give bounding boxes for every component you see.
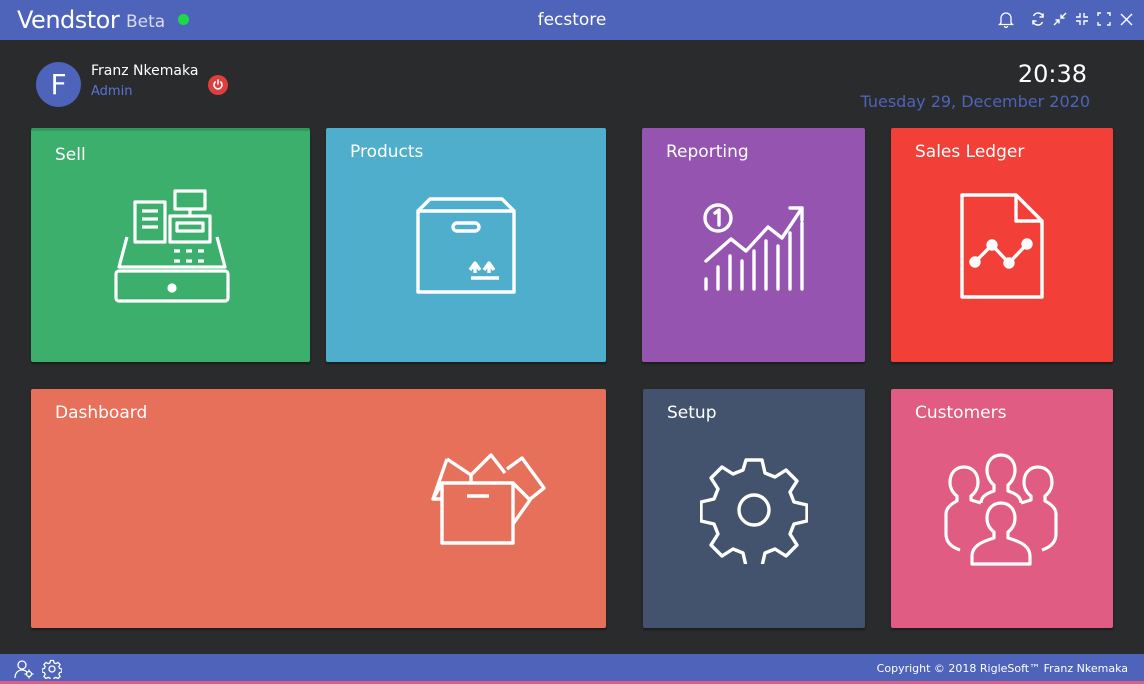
tile-label: Setup xyxy=(667,403,717,423)
box-icon xyxy=(416,197,516,294)
app-badge: Beta xyxy=(126,12,166,32)
footer: Copyright © 2018 RigleSoft™ Franz Nkemak… xyxy=(0,654,1144,684)
tile-label: Dashboard xyxy=(55,403,148,423)
store-name: fecstore xyxy=(537,10,607,30)
tile-label: Sales Ledger xyxy=(915,142,1025,162)
status-indicator xyxy=(178,14,189,25)
tile-products[interactable]: Products xyxy=(326,128,606,362)
clock-date: Tuesday 29, December 2020 xyxy=(860,92,1090,111)
tile-sell[interactable]: Sell xyxy=(31,128,310,362)
tile-setup[interactable]: Setup xyxy=(643,389,865,628)
gear-icon xyxy=(700,458,808,564)
title-bar: Vendstor Beta fecstore xyxy=(0,0,1144,40)
user-role: Admin xyxy=(91,84,133,99)
power-icon[interactable] xyxy=(208,75,228,95)
tile-sales-ledger[interactable]: Sales Ledger xyxy=(891,128,1113,362)
tile-label: Reporting xyxy=(666,142,749,162)
tile-dashboard[interactable]: Dashboard xyxy=(31,389,606,628)
avatar[interactable]: F xyxy=(36,62,81,107)
copyright-text: Copyright © 2018 RigleSoft™ Franz Nkemak… xyxy=(876,662,1128,675)
people-icon xyxy=(944,453,1058,566)
tile-reporting[interactable]: Reporting xyxy=(642,128,865,362)
user-name: Franz Nkemaka xyxy=(91,63,199,79)
compact-icon[interactable] xyxy=(1074,9,1090,29)
maximize-icon[interactable] xyxy=(1096,9,1112,29)
refresh-icon[interactable] xyxy=(1030,9,1046,29)
tile-label: Sell xyxy=(55,145,86,165)
bell-icon[interactable] xyxy=(998,9,1014,29)
document-chart-icon xyxy=(960,193,1044,299)
cash-register-icon xyxy=(114,189,230,303)
tile-label: Products xyxy=(350,142,424,162)
tile-label: Customers xyxy=(915,403,1007,423)
app-name: Vendstor xyxy=(17,6,120,34)
clock-time: 20:38 xyxy=(1017,60,1087,88)
minimize-icon[interactable] xyxy=(1052,9,1068,29)
close-icon[interactable] xyxy=(1118,9,1134,29)
settings-icon[interactable] xyxy=(41,659,63,684)
user-settings-icon[interactable] xyxy=(14,659,34,684)
growth-chart-icon xyxy=(703,203,804,291)
window-controls xyxy=(998,9,1134,29)
open-box-icon xyxy=(431,453,546,545)
tile-customers[interactable]: Customers xyxy=(891,389,1113,628)
